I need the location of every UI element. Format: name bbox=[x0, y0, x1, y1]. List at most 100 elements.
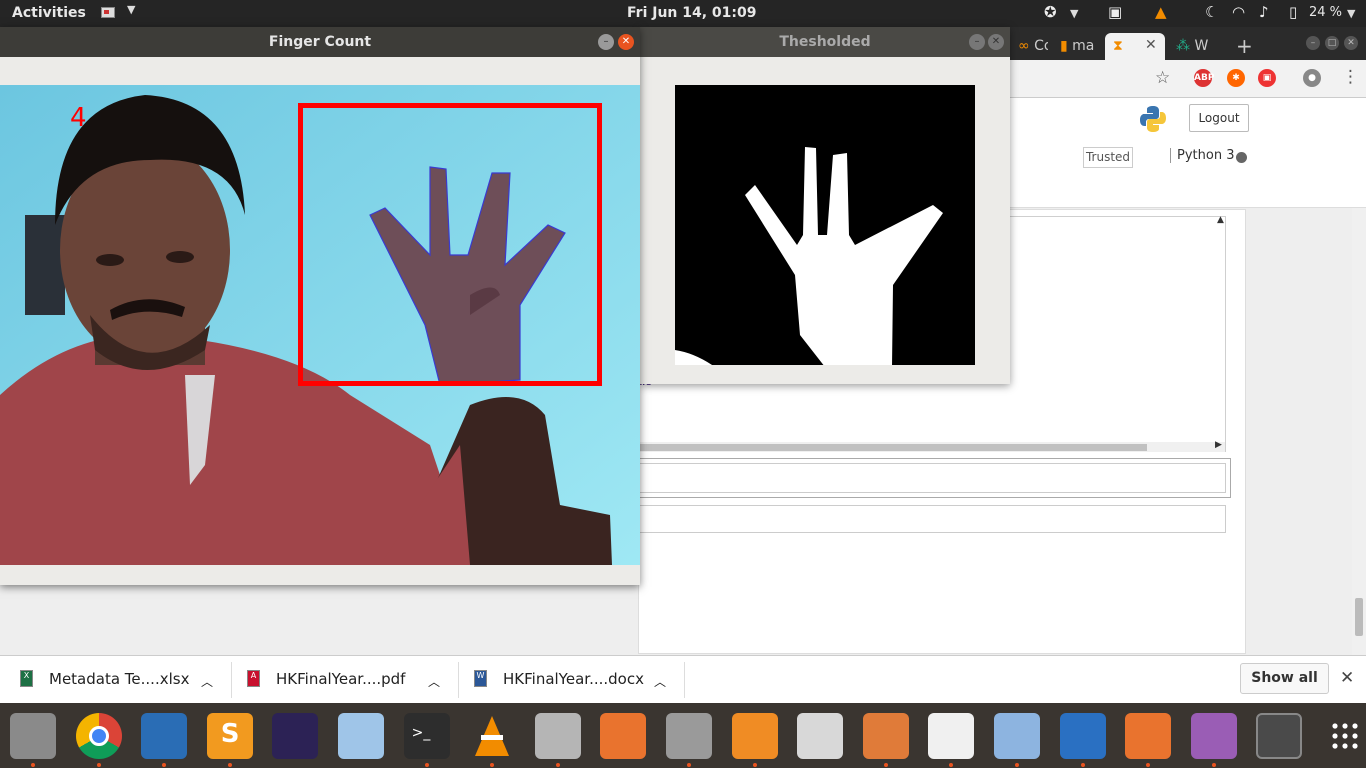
dock: S >_ bbox=[0, 703, 1366, 768]
new-tab-button[interactable]: + bbox=[1228, 33, 1252, 60]
activities-button[interactable]: Activities bbox=[12, 5, 86, 21]
download-item[interactable]: W HKFinalYear....docx ︿ bbox=[474, 656, 684, 704]
scroll-right-icon[interactable]: ▶ bbox=[1215, 440, 1222, 450]
chevron-down-icon[interactable]: ▼ bbox=[127, 3, 135, 16]
virtualbox-icon[interactable] bbox=[338, 713, 384, 759]
chrome-icon[interactable] bbox=[75, 713, 122, 759]
presentation-icon[interactable] bbox=[862, 713, 909, 759]
settings-icon[interactable] bbox=[666, 713, 712, 759]
image-viewer-icon[interactable] bbox=[994, 713, 1040, 759]
hourglass-icon: ⧗ bbox=[1113, 38, 1123, 54]
threshold-window: Thesholded – ✕ bbox=[640, 27, 1010, 384]
minimize-icon[interactable]: – bbox=[598, 34, 614, 50]
minimize-icon[interactable]: – bbox=[969, 34, 985, 50]
word-icon: W bbox=[474, 670, 487, 687]
running-indicator bbox=[555, 763, 560, 767]
wifi-icon[interactable]: ◠ bbox=[1232, 3, 1245, 21]
divider bbox=[458, 662, 459, 698]
spider-icon[interactable] bbox=[797, 713, 844, 759]
blocked-icon[interactable] bbox=[1256, 713, 1303, 759]
profile-avatar[interactable]: ● bbox=[1303, 69, 1321, 87]
files-icon[interactable] bbox=[10, 713, 56, 759]
vlc-tray-icon[interactable]: ▲ bbox=[1155, 3, 1167, 21]
finger-count-window: Finger Count – ✕ 4 bbox=[0, 27, 640, 585]
eclipse-icon[interactable] bbox=[272, 713, 319, 759]
tab-colab[interactable]: ∞ Co bbox=[1010, 33, 1048, 60]
video-icon[interactable] bbox=[1190, 713, 1237, 759]
menu-icon[interactable]: ⋮ bbox=[1342, 67, 1359, 87]
roi-box bbox=[298, 103, 602, 386]
pdf-icon: A bbox=[247, 670, 260, 687]
adblock-icon[interactable]: ABP bbox=[1194, 69, 1214, 87]
bookmark-star-icon[interactable]: ☆ bbox=[1155, 68, 1170, 88]
running-indicator bbox=[424, 763, 429, 767]
horizontal-scrollbar[interactable]: ▶ bbox=[639, 440, 1225, 452]
show-all-button[interactable]: Show all bbox=[1240, 663, 1329, 694]
calculator-icon[interactable] bbox=[731, 713, 778, 759]
scroll-thumb[interactable] bbox=[639, 444, 1147, 451]
vertical-scrollbar[interactable] bbox=[1352, 208, 1366, 655]
close-icon[interactable]: ✕ bbox=[988, 34, 1004, 50]
running-indicator bbox=[162, 763, 167, 767]
battery-icon[interactable]: ▯ bbox=[1289, 3, 1297, 21]
extension-icon[interactable]: ✱ bbox=[1227, 69, 1245, 87]
tab-active[interactable]: ⧗ ✕ bbox=[1105, 33, 1165, 60]
sublime-icon[interactable]: S bbox=[206, 713, 253, 759]
code-input[interactable] bbox=[639, 463, 1226, 493]
running-indicator bbox=[227, 763, 232, 767]
logout-button[interactable]: Logout bbox=[1189, 104, 1249, 132]
camera-icon[interactable]: ▣ bbox=[1108, 3, 1122, 21]
download-item[interactable]: A HKFinalYear....pdf ︿ bbox=[247, 656, 457, 704]
scroll-up-icon[interactable]: ▲ bbox=[1217, 215, 1224, 225]
software-center-icon[interactable] bbox=[600, 713, 647, 759]
running-indicator bbox=[752, 763, 757, 767]
chevron-down-icon[interactable]: ▼ bbox=[1070, 7, 1078, 20]
minimize-icon[interactable]: – bbox=[1306, 36, 1320, 50]
download-filename: HKFinalYear....pdf bbox=[276, 670, 406, 688]
hand-mask bbox=[675, 147, 943, 365]
app-grid-icon[interactable] bbox=[1322, 713, 1366, 759]
chevron-up-icon[interactable]: ︿ bbox=[428, 673, 440, 690]
code-cell-selected[interactable] bbox=[638, 458, 1231, 498]
code-cell[interactable] bbox=[638, 505, 1226, 533]
tab-w[interactable]: ⁂ W bbox=[1168, 33, 1218, 60]
running-indicator bbox=[96, 763, 101, 767]
pdf-viewer-icon[interactable] bbox=[928, 713, 975, 759]
trusted-badge[interactable]: Trusted bbox=[1083, 147, 1133, 168]
close-icon[interactable]: ✕ bbox=[618, 34, 634, 50]
writer-icon[interactable] bbox=[1059, 713, 1106, 759]
running-indicator bbox=[949, 763, 954, 767]
download-item[interactable]: X Metadata Te....xlsx ︿ bbox=[20, 656, 230, 704]
vlc-icon[interactable] bbox=[469, 713, 515, 759]
inkscape-icon[interactable] bbox=[1125, 713, 1172, 759]
keyboard-layout-icon[interactable] bbox=[101, 7, 115, 18]
terminal-icon[interactable]: >_ bbox=[403, 713, 450, 759]
night-light-icon[interactable]: ☾ bbox=[1205, 3, 1218, 21]
chevron-down-icon[interactable]: ▼ bbox=[1347, 7, 1355, 20]
running-indicator bbox=[490, 763, 495, 767]
window-title: Finger Count bbox=[0, 27, 640, 57]
running-indicator bbox=[1211, 763, 1216, 767]
chevron-up-icon[interactable]: ︿ bbox=[201, 673, 213, 690]
extension-red-icon[interactable]: ▣ bbox=[1258, 69, 1276, 87]
camera-feed: 4 bbox=[0, 85, 640, 565]
close-downloads-icon[interactable]: ✕ bbox=[1340, 668, 1354, 688]
maximize-icon[interactable]: □ bbox=[1325, 36, 1339, 50]
download-filename: Metadata Te....xlsx bbox=[49, 670, 190, 688]
threshold-image bbox=[675, 85, 975, 365]
vscode-icon[interactable] bbox=[141, 713, 188, 759]
volume-muted-icon[interactable]: ♪ bbox=[1259, 3, 1269, 21]
battery-percent[interactable]: 24 % bbox=[1309, 5, 1342, 20]
close-icon[interactable]: ✕ bbox=[1344, 36, 1358, 50]
clock[interactable]: Fri Jun 14, 01:09 bbox=[627, 5, 757, 21]
close-tab-icon[interactable]: ✕ bbox=[1145, 37, 1157, 53]
grass-icon: ⁂ bbox=[1176, 38, 1190, 54]
tab-ma[interactable]: ▮ ma bbox=[1052, 33, 1102, 60]
window-title: Thesholded bbox=[640, 27, 1010, 57]
accessibility-icon[interactable]: ✪ bbox=[1044, 3, 1057, 21]
installer-icon[interactable] bbox=[534, 713, 581, 759]
scroll-thumb[interactable] bbox=[1355, 598, 1363, 636]
desktop: Activities ▼ Fri Jun 14, 01:09 ✪ ▼ ▣ ▲ ☾… bbox=[0, 0, 1366, 768]
divider bbox=[231, 662, 232, 698]
chevron-up-icon[interactable]: ︿ bbox=[654, 673, 666, 690]
